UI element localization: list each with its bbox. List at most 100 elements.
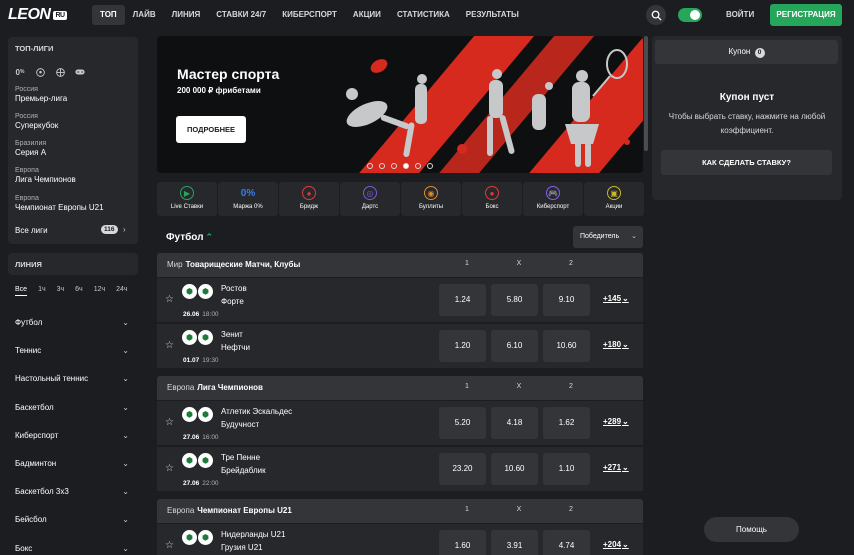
- favorite-star-icon[interactable]: ☆: [165, 540, 174, 551]
- coupon-tab[interactable]: Купон 0: [655, 40, 838, 64]
- time-filter[interactable]: 1ч: [38, 286, 46, 296]
- odds-button[interactable]: 1.60: [439, 530, 486, 555]
- more-markets-link[interactable]: +289⌄: [603, 417, 629, 426]
- nav-item[interactable]: СТАТИСТИКА: [389, 5, 458, 25]
- time-filter[interactable]: 3ч: [57, 286, 65, 296]
- nav-item[interactable]: РЕЗУЛЬТАТЫ: [458, 5, 527, 25]
- theme-toggle[interactable]: [678, 8, 702, 22]
- favorite-star-icon[interactable]: ☆: [165, 463, 174, 474]
- favorite-star-icon[interactable]: ☆: [165, 340, 174, 351]
- match-row[interactable]: ☆ ⬢ ⬢ Ростов Форте 26.06 18:00 1.24 5.80 9.10 +145…: [157, 278, 643, 323]
- sport-item[interactable]: Баскетбол 3х3 ⌄: [15, 487, 129, 501]
- nav-item[interactable]: ЛАЙВ: [125, 5, 164, 25]
- match-row[interactable]: ☆ ⬢ ⬢ Тре Пенне Брейдаблик 27.06 22:00 23.20 10.…: [157, 447, 643, 492]
- sport-item[interactable]: Футбол ⌄: [15, 318, 129, 332]
- sport-label: Теннис: [15, 346, 42, 356]
- top-league-item[interactable]: Россия Премьер-лига: [15, 86, 67, 103]
- category-play[interactable]: ▶ Live Ставки: [157, 182, 217, 216]
- carousel-dot[interactable]: [415, 163, 421, 169]
- promo-banner[interactable]: Мастер спорта 200 000 ₽ фрибетами ПОДРОБ…: [157, 36, 643, 173]
- how-to-bet-button[interactable]: КАК СДЕЛАТЬ СТАВКУ?: [661, 150, 832, 175]
- banner-details-button[interactable]: ПОДРОБНЕЕ: [176, 116, 246, 143]
- basketball-icon[interactable]: [55, 67, 65, 77]
- market-select[interactable]: Победитель ⌄: [573, 226, 643, 248]
- leon-logo[interactable]: LEON RU: [8, 6, 67, 24]
- sport-item[interactable]: Киберспорт ⌄: [15, 431, 129, 445]
- more-markets-link[interactable]: +204⌄: [603, 540, 629, 549]
- match-row[interactable]: ☆ ⬢ ⬢ Зенит Нефтчи 01.07 19:30 1.20 6.10 10.60 +18…: [157, 324, 643, 369]
- gamepad-icon[interactable]: [75, 67, 85, 77]
- league-header[interactable]: Европа Чемпионат Европы U21 1 X 2: [157, 499, 643, 523]
- category-cards[interactable]: ♠ Бридж: [279, 182, 339, 216]
- sport-item[interactable]: Теннис ⌄: [15, 346, 129, 360]
- odds-button[interactable]: 1.20: [439, 330, 486, 362]
- chevron-down-icon: ⌄: [122, 487, 129, 497]
- league-header[interactable]: Европа Лига Чемпионов 1 X 2: [157, 376, 643, 400]
- league-header[interactable]: Мир Товарищеские Матчи, Клубы 1 X 2: [157, 253, 643, 277]
- sport-item[interactable]: Баскетбол ⌄: [15, 403, 129, 417]
- soccer-ball-icon[interactable]: [35, 67, 45, 77]
- carousel-dots: [367, 163, 433, 169]
- odds-button[interactable]: 10.60: [491, 453, 538, 485]
- odds-button[interactable]: 10.60: [543, 330, 590, 362]
- time-filter[interactable]: 24ч: [116, 286, 127, 296]
- odds-button[interactable]: 5.20: [439, 407, 486, 439]
- match-row[interactable]: ☆ ⬢ ⬢ Нидерланды U21 Грузия U21 1.60 3.91 4.74 +…: [157, 524, 643, 555]
- odds-button[interactable]: 3.91: [491, 530, 538, 555]
- team2-logo-icon: ⬢: [198, 407, 213, 422]
- register-button[interactable]: РЕГИСТРАЦИЯ: [770, 4, 842, 26]
- team2-logo-icon: ⬢: [198, 453, 213, 468]
- odds-button[interactable]: 4.74: [543, 530, 590, 555]
- favorite-star-icon[interactable]: ☆: [165, 294, 174, 305]
- carousel-dot[interactable]: [403, 163, 409, 169]
- help-button[interactable]: Помощь: [704, 517, 799, 542]
- carousel-dot[interactable]: [391, 163, 397, 169]
- odds-button[interactable]: 1.62: [543, 407, 590, 439]
- odds-button[interactable]: 1.24: [439, 284, 486, 316]
- time-filter[interactable]: Все: [15, 286, 28, 296]
- category-label: Live Ставки: [170, 204, 204, 210]
- more-markets-link[interactable]: +271⌄: [603, 463, 629, 472]
- category-zero-percent[interactable]: 0% Маржа 0%: [218, 182, 278, 216]
- more-markets-link[interactable]: +180⌄: [603, 340, 629, 349]
- sport-item[interactable]: Бейсбол ⌄: [15, 515, 129, 529]
- section-title[interactable]: Футбол ⌃: [166, 232, 213, 243]
- top-league-item[interactable]: Бразилия Серия А: [15, 140, 46, 157]
- nav-item[interactable]: АКЦИИ: [345, 5, 389, 25]
- league-header-region: Мир: [167, 260, 183, 269]
- page-scrollbar[interactable]: [644, 36, 648, 151]
- category-gamepad[interactable]: 🎮 Киберспорт: [523, 182, 583, 216]
- top-league-item[interactable]: Европа Лига Чемпионов: [15, 167, 76, 184]
- top-league-item[interactable]: Европа Чемпионат Европы U21: [15, 195, 104, 212]
- zero-margin-icon[interactable]: 0%: [15, 67, 25, 77]
- odds-button[interactable]: 4.18: [491, 407, 538, 439]
- more-markets-link[interactable]: +145⌄: [603, 294, 629, 303]
- odds-button[interactable]: 5.80: [491, 284, 538, 316]
- category-hockey-puck[interactable]: ◉ Буллиты: [401, 182, 461, 216]
- match-row[interactable]: ☆ ⬢ ⬢ Атлетик Эскальдес Будучност 27.06 16:00 5…: [157, 401, 643, 446]
- all-leagues-link[interactable]: Все лиги 116 ›: [15, 225, 127, 235]
- odds-button[interactable]: 9.10: [543, 284, 590, 316]
- time-filter[interactable]: 6ч: [75, 286, 83, 296]
- sport-item[interactable]: Бокс ⌄: [15, 544, 129, 555]
- carousel-dot[interactable]: [367, 163, 373, 169]
- odds-button[interactable]: 23.20: [439, 453, 486, 485]
- time-filter[interactable]: 12ч: [94, 286, 105, 296]
- nav-item[interactable]: ТОП: [92, 5, 125, 25]
- sport-item[interactable]: Бадминтон ⌄: [15, 459, 129, 473]
- carousel-dot[interactable]: [379, 163, 385, 169]
- sport-item[interactable]: Настольный теннис ⌄: [15, 374, 129, 388]
- top-league-item[interactable]: Россия Суперкубок: [15, 113, 58, 130]
- nav-item[interactable]: КИБЕРСПОРТ: [274, 5, 345, 25]
- search-icon[interactable]: [646, 5, 666, 25]
- login-button[interactable]: ВОЙТИ: [720, 5, 760, 25]
- favorite-star-icon[interactable]: ☆: [165, 417, 174, 428]
- odds-button[interactable]: 6.10: [491, 330, 538, 362]
- nav-item[interactable]: ЛИНИЯ: [164, 5, 209, 25]
- odds-button[interactable]: 1.10: [543, 453, 590, 485]
- category-darts[interactable]: ◎ Дартс: [340, 182, 400, 216]
- category-boxing-glove[interactable]: ● Бокс: [462, 182, 522, 216]
- nav-item[interactable]: СТАВКИ 24/7: [208, 5, 274, 25]
- carousel-dot[interactable]: [427, 163, 433, 169]
- category-ticket[interactable]: ▣ Акции: [584, 182, 644, 216]
